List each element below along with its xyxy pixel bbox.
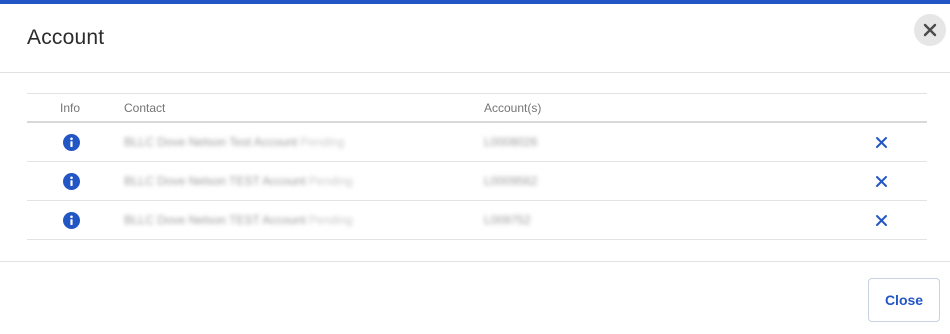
accounts-table: Info Contact Account(s) BLLC Dove Nelson… <box>27 93 927 240</box>
close-icon[interactable] <box>914 14 946 46</box>
remove-icon[interactable] <box>874 135 889 150</box>
contact-name: BLLC Dove Nelson TEST Account <box>124 174 306 188</box>
modal-title: Account <box>27 26 105 49</box>
top-accent-bar <box>0 0 950 4</box>
column-header-contact: Contact <box>124 101 166 115</box>
contact-status: Pending <box>308 174 353 188</box>
info-icon[interactable] <box>63 173 80 190</box>
contact-name: BLLC Dove Nelson Test Account <box>124 135 298 149</box>
header-divider <box>0 72 950 73</box>
contact-cell: BLLC Dove Nelson TEST Account Pending <box>124 213 353 227</box>
account-number: L009752 <box>484 213 531 227</box>
column-header-info: Info <box>60 101 81 115</box>
info-icon[interactable] <box>63 134 80 151</box>
contact-cell: BLLC Dove Nelson Test Account Pending <box>124 135 344 149</box>
footer-divider <box>0 261 950 262</box>
table-row: BLLC Dove Nelson TEST Account Pending L00… <box>27 201 927 240</box>
contact-name: BLLC Dove Nelson TEST Account <box>124 213 306 227</box>
remove-icon[interactable] <box>874 174 889 189</box>
table-row: BLLC Dove Nelson TEST Account Pending L00… <box>27 162 927 201</box>
close-button[interactable]: Close <box>868 278 940 322</box>
contact-cell: BLLC Dove Nelson TEST Account Pending <box>124 174 353 188</box>
contact-status: Pending <box>300 135 345 149</box>
account-number: L0009562 <box>484 174 538 188</box>
remove-icon[interactable] <box>874 213 889 228</box>
table-row: BLLC Dove Nelson Test Account Pending L00… <box>27 123 927 162</box>
table-header: Info Contact Account(s) <box>27 93 927 123</box>
contact-status: Pending <box>308 213 353 227</box>
info-icon[interactable] <box>63 212 80 229</box>
column-header-accounts: Account(s) <box>484 101 542 115</box>
account-number: L0008026 <box>484 135 538 149</box>
